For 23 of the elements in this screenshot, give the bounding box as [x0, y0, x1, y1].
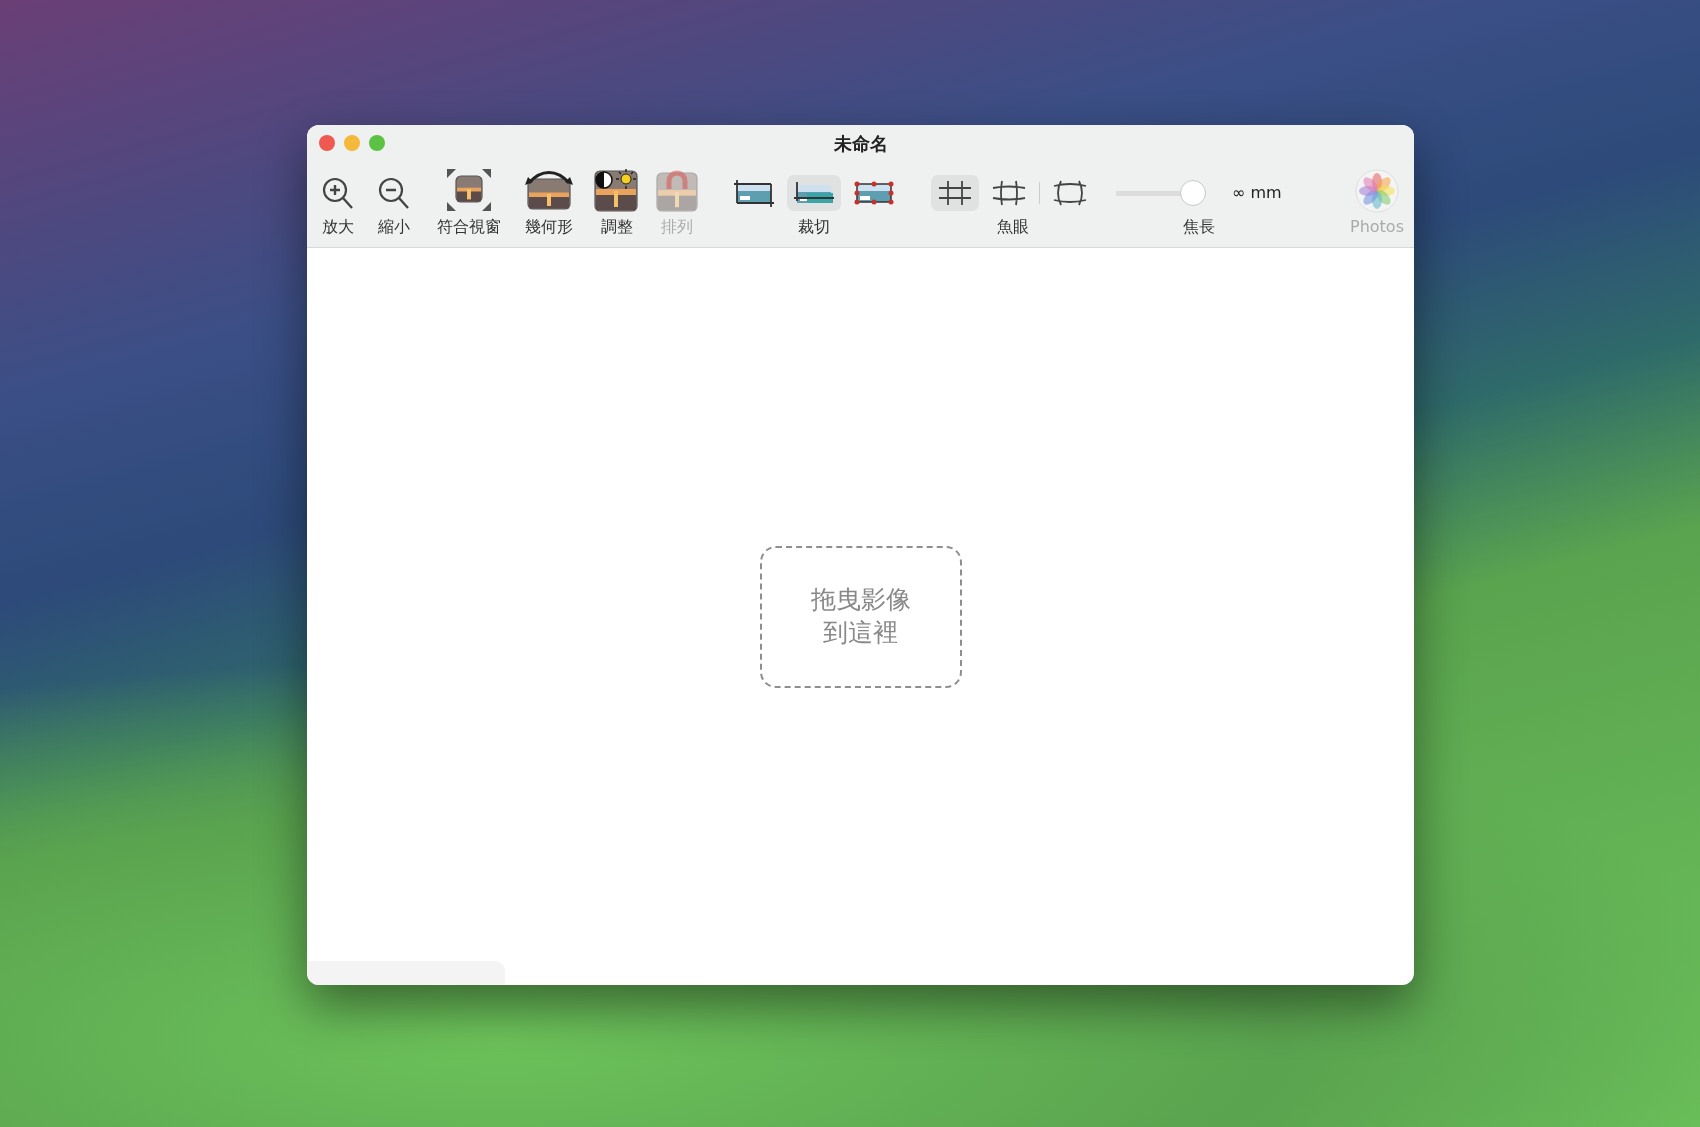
drop-zone[interactable]: 拖曳影像 到這裡 [759, 545, 962, 688]
toolbar-button[interactable]: 符合視窗 [433, 167, 505, 237]
crop-frame-icon [733, 179, 775, 207]
focal-length-reading: ∞ mm [1232, 182, 1282, 204]
group-label: 裁切 [798, 217, 830, 237]
curved-grid-icon [1052, 179, 1088, 207]
toolbar-button[interactable]: 調整 [589, 167, 645, 237]
segment-button[interactable] [787, 175, 841, 211]
toolbar-button[interactable]: 縮小 [373, 167, 415, 237]
group-label: 焦長 [1182, 217, 1215, 237]
group-label: 魚眼 [996, 217, 1029, 237]
photo-with-sun-icon [593, 167, 641, 213]
curved-grid-icon [991, 179, 1027, 207]
toolbar-button[interactable]: 放大 [317, 167, 359, 237]
grid-icon [937, 179, 973, 207]
crop-handles-icon [853, 179, 895, 207]
segment-button[interactable] [931, 175, 979, 211]
toolbar-button[interactable]: 幾何形 [519, 167, 579, 237]
slider-thumb[interactable] [1180, 180, 1206, 206]
close-button[interactable] [319, 135, 335, 151]
window-title: 未命名 [833, 131, 888, 156]
photos-app-icon [1355, 169, 1399, 213]
fit-to-window-icon [445, 167, 493, 213]
